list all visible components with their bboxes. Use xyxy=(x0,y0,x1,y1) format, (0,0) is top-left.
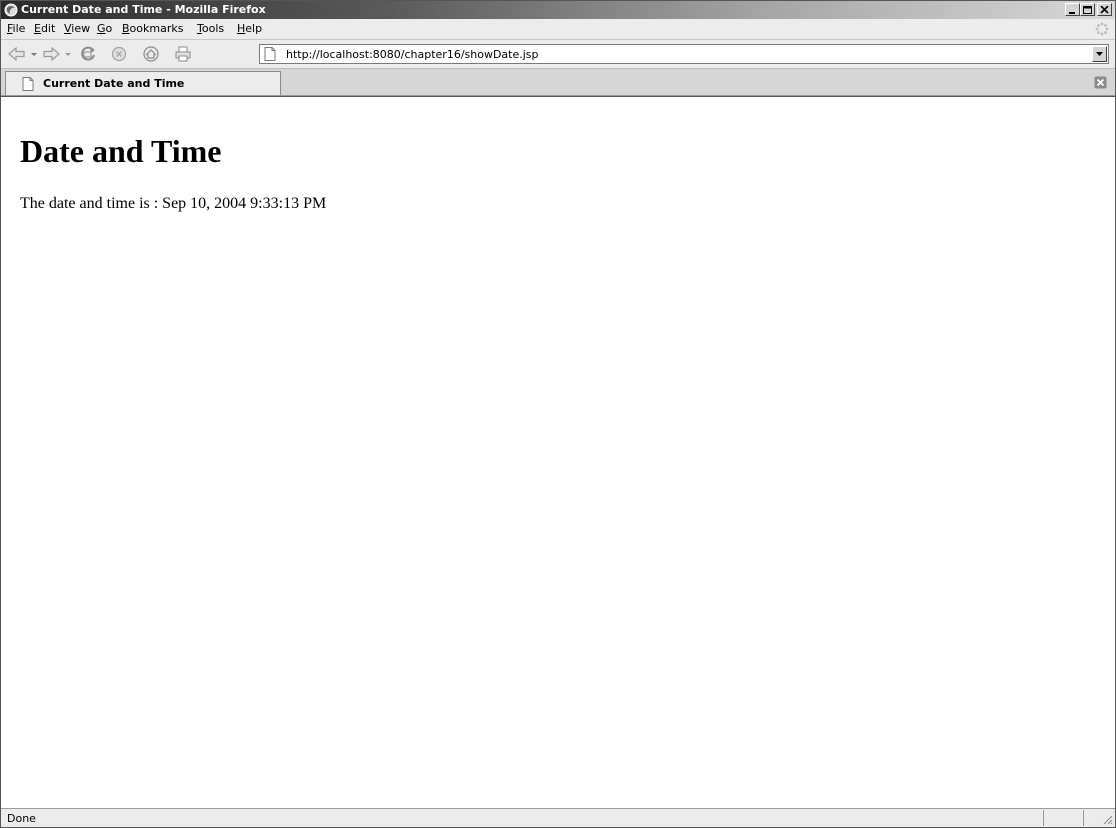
back-icon[interactable] xyxy=(7,45,27,63)
menu-file-label: ile xyxy=(12,22,26,35)
back-dropdown-icon[interactable] xyxy=(29,45,39,63)
tab-strip: Current Date and Time xyxy=(1,69,1115,96)
status-panel xyxy=(1043,810,1083,826)
tab-current-date-and-time[interactable]: Current Date and Time xyxy=(5,71,281,95)
menu-file[interactable]: File xyxy=(7,22,25,36)
chevron-down-icon xyxy=(1096,52,1103,56)
browser-window: Current Date and Time - Mozilla Firefox … xyxy=(0,0,1116,828)
url-bar[interactable] xyxy=(259,44,1109,64)
status-panel-grip xyxy=(1083,810,1115,826)
url-input[interactable] xyxy=(286,48,1066,61)
print-icon[interactable] xyxy=(173,45,193,63)
menu-edit[interactable]: Edit xyxy=(34,22,55,36)
date-time-text: The date and time is : Sep 10, 2004 9:33… xyxy=(20,195,327,212)
minimize-button[interactable] xyxy=(1065,3,1080,16)
maximize-button[interactable] xyxy=(1080,3,1095,16)
menu-tools-label: ools xyxy=(201,22,225,35)
title-bar[interactable]: Current Date and Time - Mozilla Firefox xyxy=(1,1,1115,19)
menu-view[interactable]: View xyxy=(64,22,90,36)
minimize-icon xyxy=(1069,12,1075,14)
firefox-icon xyxy=(4,3,18,17)
menu-bookmarks-label: ookmarks xyxy=(129,22,184,35)
navigation-toolbar xyxy=(1,40,1115,69)
menu-edit-accel: E xyxy=(34,22,41,35)
page-heading: Date and Time xyxy=(20,133,222,169)
tab-label: Current Date and Time xyxy=(43,77,185,90)
forward-dropdown-icon[interactable] xyxy=(63,45,73,63)
close-tab-icon[interactable] xyxy=(1094,76,1107,89)
menu-view-label: iew xyxy=(71,22,91,35)
status-bar: Done xyxy=(1,808,1115,827)
menu-go-label: o xyxy=(105,22,113,35)
close-icon xyxy=(1100,6,1109,14)
reload-icon[interactable] xyxy=(78,45,98,63)
menu-bookmarks-accel: B xyxy=(122,22,130,35)
resize-grip-icon[interactable] xyxy=(1101,813,1113,825)
window-title: Current Date and Time - Mozilla Firefox xyxy=(21,3,266,16)
page-content: Date and Time The date and time is : Sep… xyxy=(1,96,1115,808)
menu-help[interactable]: Help xyxy=(237,22,262,36)
menu-go-accel: G xyxy=(97,22,106,35)
maximize-icon xyxy=(1083,6,1092,14)
menu-tools[interactable]: Tools xyxy=(197,22,224,36)
status-text: Done xyxy=(7,812,36,825)
url-history-dropdown[interactable] xyxy=(1092,46,1107,62)
menu-bar: File Edit View Go Bookmarks Tools Help xyxy=(1,19,1115,40)
close-window-button[interactable] xyxy=(1097,3,1112,16)
menu-edit-label: dit xyxy=(40,22,56,35)
menu-bookmarks[interactable]: Bookmarks xyxy=(122,22,183,36)
throbber-icon xyxy=(1095,22,1109,36)
page-icon xyxy=(264,47,276,61)
page-icon xyxy=(22,77,34,91)
stop-icon[interactable] xyxy=(109,45,129,63)
menu-help-label: elp xyxy=(245,22,263,35)
window-controls xyxy=(1065,3,1112,17)
home-icon[interactable] xyxy=(141,45,161,63)
menu-go[interactable]: Go xyxy=(97,22,112,36)
forward-icon[interactable] xyxy=(41,45,61,63)
